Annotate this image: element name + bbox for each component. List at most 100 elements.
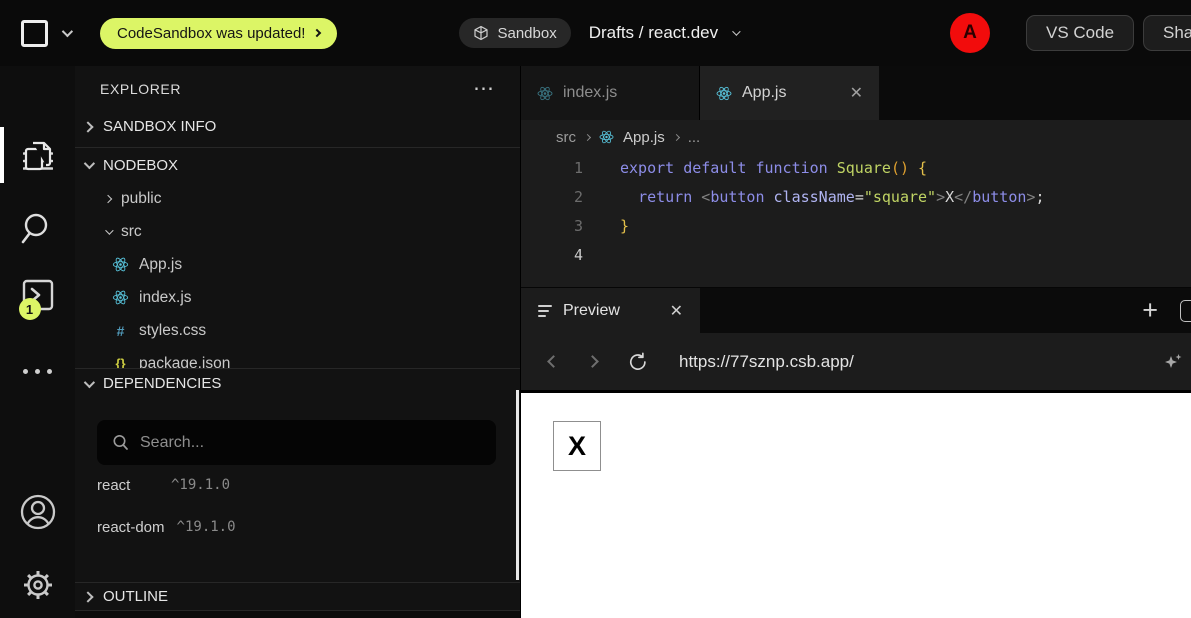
- gear-icon: [19, 566, 57, 604]
- breadcrumb-more: ...: [688, 129, 701, 146]
- sidebar-title: EXPLORER: [100, 81, 181, 97]
- dependency-name: react: [97, 477, 159, 494]
- section-label: DEPENDENCIES: [103, 375, 221, 392]
- close-icon[interactable]: ✕: [850, 83, 863, 103]
- tab-app-js[interactable]: App.js ✕: [700, 66, 879, 120]
- dependency-row-react-dom[interactable]: react-dom ^19.1.0: [75, 505, 520, 549]
- section-dependencies[interactable]: DEPENDENCIES: [75, 368, 520, 398]
- back-button[interactable]: [549, 353, 558, 371]
- sandbox-badge-label: Sandbox: [497, 25, 556, 42]
- workspace-chevron-down-icon[interactable]: [62, 26, 73, 37]
- tree-item-package-json[interactable]: {} package.json: [75, 347, 520, 368]
- json-file-icon: {}: [112, 356, 129, 368]
- sandbox-badge[interactable]: Sandbox: [459, 18, 570, 48]
- section-label: OUTLINE: [103, 588, 168, 605]
- forward-button[interactable]: [588, 353, 597, 371]
- code-line: 1 export default function Square() {: [521, 154, 1191, 183]
- tab-preview[interactable]: Preview ✕: [521, 288, 700, 333]
- line-number: 3: [521, 212, 583, 241]
- chevron-right-icon: [673, 133, 680, 140]
- line-number: 4: [521, 241, 583, 270]
- section-sandbox-info[interactable]: SANDBOX INFO: [75, 106, 520, 148]
- tab-label: index.js: [563, 84, 617, 102]
- tree-item-public[interactable]: public: [75, 182, 520, 215]
- refresh-icon[interactable]: [627, 351, 649, 373]
- explorer-sidebar: EXPLORER ⋯ SANDBOX INFO NODEBOX public s…: [75, 66, 521, 618]
- breadcrumb[interactable]: src App.js ...: [521, 120, 1191, 154]
- react-file-icon: [599, 130, 614, 144]
- explorer-view-button[interactable]: [0, 137, 75, 173]
- sparkle-icon[interactable]: [1162, 351, 1184, 373]
- code-text: }: [583, 212, 629, 241]
- dependency-search: [97, 420, 496, 465]
- layout-icon[interactable]: [1180, 300, 1191, 322]
- dependency-name: react-dom: [97, 519, 165, 536]
- dependency-search-input[interactable]: [140, 434, 481, 452]
- code-editor[interactable]: 1 export default function Square() { 2 r…: [521, 154, 1191, 287]
- activity-bar: 1: [0, 66, 75, 618]
- share-button-label: Share: [1163, 23, 1191, 43]
- react-file-icon: [716, 86, 732, 101]
- tab-label: App.js: [742, 84, 786, 102]
- react-file-icon: [537, 86, 553, 101]
- terminal-badge: 1: [19, 298, 41, 320]
- update-banner[interactable]: CodeSandbox was updated!: [100, 18, 337, 49]
- project-breadcrumb-label: Drafts / react.dev: [589, 23, 718, 43]
- line-number: 1: [521, 154, 583, 183]
- react-file-icon: [112, 290, 129, 305]
- chevron-down-icon: [84, 376, 95, 387]
- add-preview-button[interactable]: +: [1142, 297, 1158, 324]
- project-breadcrumb[interactable]: Drafts / react.dev: [589, 23, 738, 43]
- codesandbox-logo-icon[interactable]: [21, 20, 48, 47]
- search-icon: [112, 434, 129, 451]
- file-label: index.js: [139, 289, 192, 307]
- dependency-version: ^19.1.0: [177, 519, 236, 535]
- preview-url-bar: https://77sznp.csb.app/: [521, 333, 1191, 390]
- chevron-down-icon: [84, 158, 95, 169]
- breadcrumb-folder: src: [556, 129, 576, 146]
- top-bar: CodeSandbox was updated! Sandbox Drafts …: [0, 0, 1191, 66]
- editor-pane: index.js App.js ✕ src: [521, 66, 1191, 618]
- preview-viewport: X: [521, 390, 1191, 618]
- section-outline[interactable]: OUTLINE: [75, 582, 520, 611]
- avatar[interactable]: A: [950, 13, 990, 53]
- section-label: NODEBOX: [103, 157, 178, 174]
- search-view-button[interactable]: [0, 210, 75, 248]
- preview-list-icon: [538, 305, 552, 317]
- account-button[interactable]: [0, 493, 75, 531]
- tab-index-js[interactable]: index.js: [521, 66, 700, 120]
- tree-item-styles-css[interactable]: # styles.css: [75, 314, 520, 347]
- share-button[interactable]: Share: [1143, 15, 1191, 51]
- folder-label: public: [121, 190, 162, 208]
- react-file-icon: [112, 257, 129, 272]
- folder-label: src: [121, 223, 142, 241]
- explorer-more-icon[interactable]: ⋯: [473, 84, 496, 94]
- dependency-row-react[interactable]: react ^19.1.0: [75, 465, 520, 505]
- chevron-right-icon: [313, 29, 321, 37]
- tree-item-index-js[interactable]: index.js: [75, 281, 520, 314]
- file-label: package.json: [139, 355, 230, 369]
- ellipsis-icon: [23, 369, 52, 374]
- section-nodebox[interactable]: NODEBOX: [75, 148, 520, 182]
- tab-label: Preview: [563, 302, 620, 320]
- square-button[interactable]: X: [553, 421, 601, 471]
- code-text: export default function Square() {: [583, 154, 927, 183]
- url-field[interactable]: https://77sznp.csb.app/: [679, 352, 854, 372]
- breadcrumb-file: App.js: [623, 129, 665, 146]
- vscode-button[interactable]: VS Code: [1026, 15, 1134, 51]
- account-icon: [19, 493, 57, 531]
- sidebar-scrollbar[interactable]: [516, 390, 519, 580]
- terminal-view-button[interactable]: 1: [0, 278, 75, 312]
- more-views-button[interactable]: [0, 369, 75, 374]
- chevron-right-icon: [82, 591, 93, 602]
- file-label: styles.css: [139, 322, 206, 340]
- tree-item-src[interactable]: src: [75, 215, 520, 248]
- cube-icon: [473, 25, 489, 41]
- code-line: 4: [521, 241, 1191, 270]
- preview-tab-bar: Preview ✕ +: [521, 287, 1191, 333]
- update-banner-label: CodeSandbox was updated!: [117, 25, 305, 42]
- tree-item-app-js[interactable]: App.js: [75, 248, 520, 281]
- close-icon[interactable]: ✕: [670, 301, 683, 321]
- chevron-down-icon: [105, 226, 113, 234]
- settings-button[interactable]: [0, 566, 75, 604]
